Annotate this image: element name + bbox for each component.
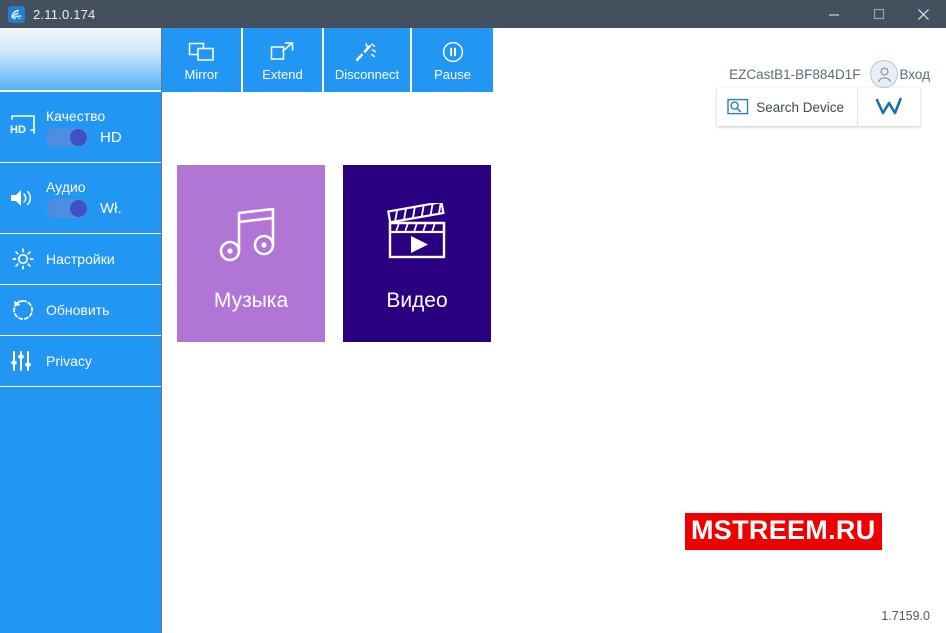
window-controls [811, 0, 946, 28]
sidebar: HD Качество HD Аудио Wł. Настройки Обнов… [0, 28, 162, 633]
tab-extend[interactable]: Extend [243, 28, 324, 92]
audio-toggle-value: Wł. [100, 199, 122, 217]
quality-toggle-knob [70, 128, 87, 146]
svg-text:e: e [18, 12, 22, 21]
sidebar-item-privacy[interactable]: Privacy [0, 336, 161, 387]
quality-toggle-row: HD [46, 127, 161, 147]
sidebar-header-banner [0, 28, 161, 92]
close-icon[interactable] [901, 0, 946, 28]
window-title: 2.11.0.174 [33, 6, 96, 22]
tab-label-extend: Extend [262, 66, 303, 82]
tile-music[interactable]: Музыка [177, 165, 325, 342]
tab-label-mirror: Mirror [184, 66, 219, 82]
action-button-group: Search Device [717, 88, 920, 126]
sliders-icon [0, 349, 46, 373]
sidebar-item-quality[interactable]: HD Качество HD [0, 92, 161, 163]
ezcast-logo-icon: e [8, 5, 25, 23]
search-device-button[interactable]: Search Device [717, 88, 858, 126]
version-label: 1.7159.0 [881, 609, 930, 623]
device-account-row: EZCastB1-BF884D1F Вход [729, 60, 930, 88]
refresh-icon [0, 297, 46, 323]
w-logo-icon [874, 96, 904, 118]
sidebar-item-audio[interactable]: Аудио Wł. [0, 163, 161, 234]
title-bar: e 2.11.0.174 [0, 0, 946, 28]
sidebar-item-label-settings: Настройки [46, 251, 115, 267]
user-avatar-icon[interactable] [870, 60, 899, 88]
search-device-icon [727, 98, 749, 116]
watermark-text: MSTREEM.RU [691, 515, 876, 545]
audio-toggle[interactable] [46, 198, 88, 218]
music-note-icon [215, 195, 287, 275]
tile-label-music: Музыка [213, 288, 289, 312]
sidebar-item-label-quality: Качество [46, 107, 106, 124]
tile-label-video: Видео [386, 288, 448, 312]
search-device-label: Search Device [756, 99, 844, 115]
w-logo-button[interactable] [858, 88, 920, 126]
sidebar-audio-body: Аудио Wł. [46, 179, 161, 218]
sidebar-item-label-update: Обновить [46, 302, 110, 318]
connected-device-name: EZCastB1-BF884D1F [729, 66, 861, 82]
tab-pause[interactable]: Pause [412, 28, 493, 92]
maximize-icon[interactable] [856, 0, 901, 28]
login-label[interactable]: Вход [899, 67, 930, 82]
pause-circle-icon [440, 39, 466, 65]
audio-toggle-row: Wł. [46, 198, 161, 218]
tab-mirror[interactable]: Mirror [162, 28, 243, 92]
tab-disconnect[interactable]: Disconnect [324, 28, 412, 92]
toolbar: Mirror Extend Disconnect Pause [162, 28, 493, 92]
sidebar-item-settings[interactable]: Настройки [0, 234, 161, 285]
tab-label-pause: Pause [434, 66, 471, 82]
extend-screen-icon [269, 39, 297, 65]
audio-toggle-knob [70, 199, 87, 217]
speaker-volume-icon [0, 186, 46, 210]
sidebar-item-label-audio: Аудио [46, 178, 86, 195]
gear-icon [0, 246, 46, 272]
hd-quality-icon: HD [0, 114, 46, 140]
minimize-icon[interactable] [811, 0, 856, 28]
svg-text:HD: HD [10, 124, 26, 136]
sidebar-item-label-privacy: Privacy [46, 353, 92, 369]
sidebar-item-update[interactable]: Обновить [0, 285, 161, 336]
mirror-screens-icon [188, 39, 216, 65]
disconnect-wand-icon [353, 39, 381, 65]
film-clapper-icon [380, 195, 454, 275]
ezcast-app-window: e 2.11.0.174 HD Качество HD Аудио Wł. На… [0, 0, 946, 633]
quality-toggle-value: HD [100, 128, 122, 146]
sidebar-quality-body: Качество HD [46, 108, 161, 147]
watermark-badge: MSTREEM.RU [685, 513, 882, 550]
tab-label-disconnect: Disconnect [334, 66, 400, 82]
tile-video[interactable]: Видео [343, 165, 491, 342]
quality-toggle[interactable] [46, 127, 88, 147]
content-tiles: Музыка Видео [177, 165, 491, 342]
